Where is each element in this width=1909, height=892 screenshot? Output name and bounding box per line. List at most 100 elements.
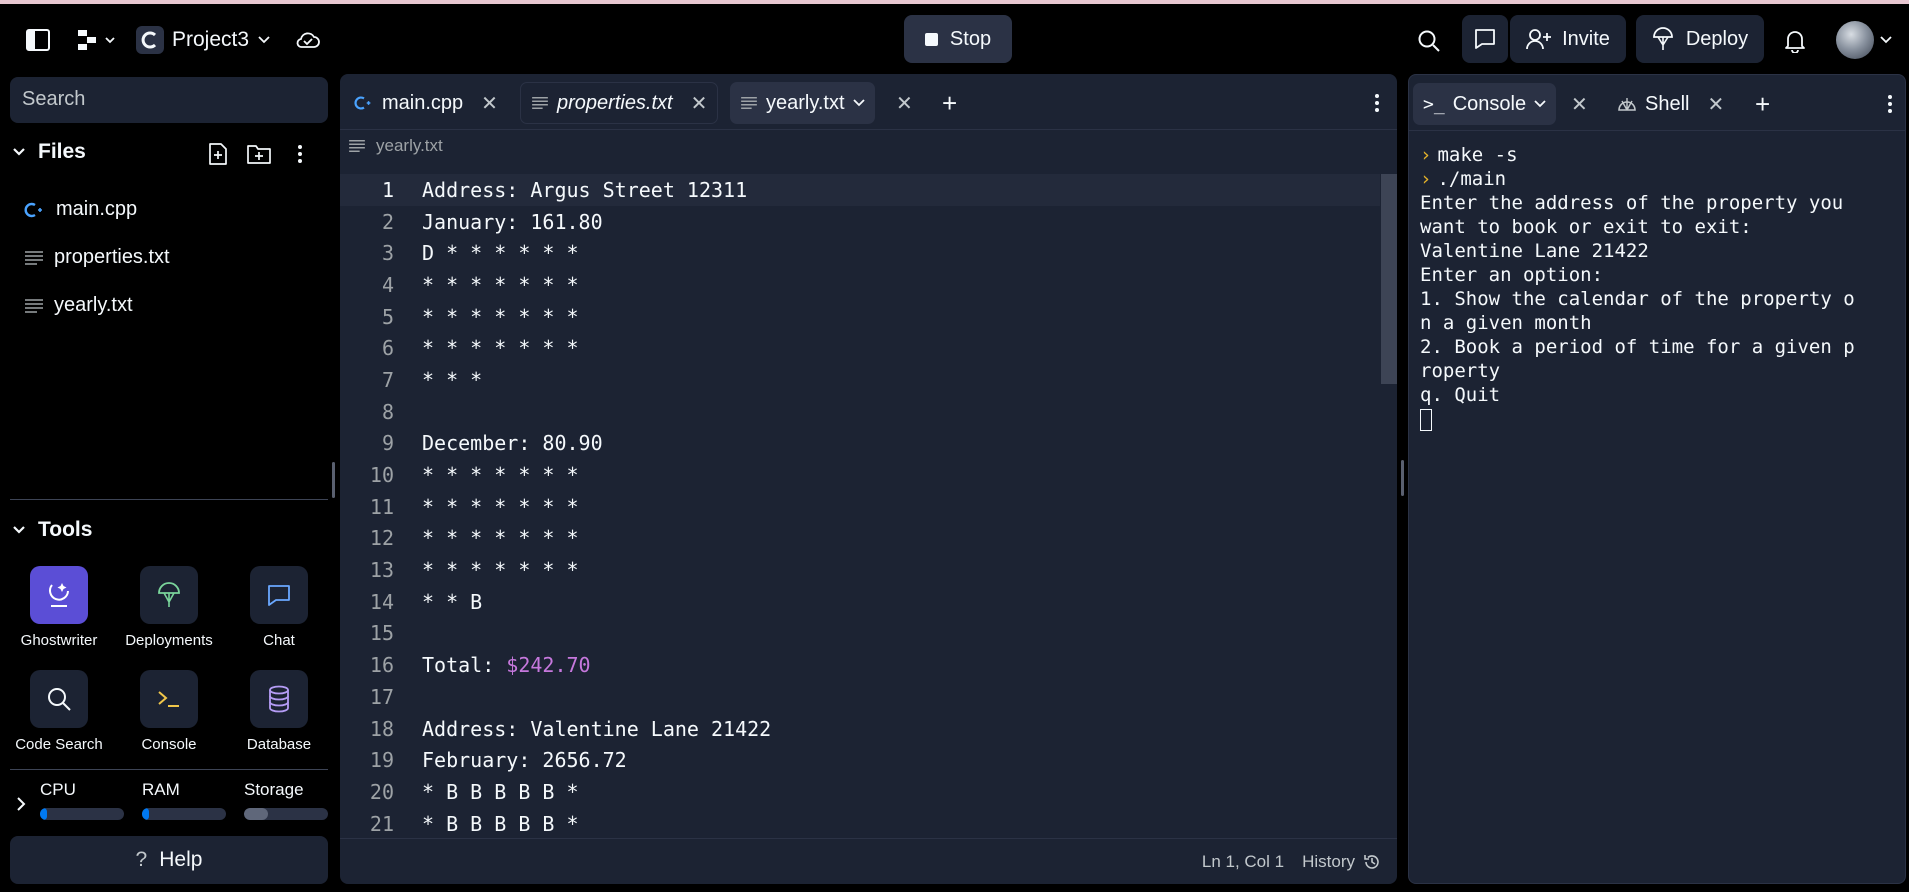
file-item-properties-txt[interactable]: properties.txt	[24, 246, 170, 269]
line-text: Total:	[422, 653, 507, 678]
ghostwriter-icon	[30, 566, 88, 624]
history-label: History	[1302, 851, 1355, 871]
console-more-options-icon[interactable]	[1883, 93, 1897, 115]
code-editor[interactable]: 1 Address: Argus Street 12311 2 January: 16…	[340, 174, 1380, 839]
code-line[interactable]: 14 * * B	[340, 586, 1380, 618]
meter-label: Storage	[244, 780, 304, 799]
file-item-main-cpp[interactable]: main.cpp	[24, 198, 137, 221]
new-console-tab-button[interactable]: +	[1745, 83, 1780, 125]
code-search-icon	[30, 670, 88, 728]
new-file-icon[interactable]	[206, 142, 230, 166]
code-line[interactable]: 7 * * *	[340, 364, 1380, 396]
stop-button[interactable]: Stop	[904, 15, 1012, 63]
tools-section-header[interactable]: Tools	[12, 518, 92, 542]
code-line[interactable]: 5 * * * * * * *	[340, 301, 1380, 333]
code-line[interactable]: 11 * * * * * * *	[340, 491, 1380, 523]
code-line[interactable]: 6 * * * * * * *	[340, 332, 1380, 364]
code-line[interactable]: 17	[340, 681, 1380, 713]
code-line[interactable]: 1 Address: Argus Street 12311	[340, 174, 1380, 206]
code-line[interactable]: 10 * * * * * * *	[340, 459, 1380, 491]
search-input[interactable]: Search	[10, 77, 328, 123]
editor-more-options-icon[interactable]	[1370, 92, 1384, 114]
code-line[interactable]: 15	[340, 618, 1380, 650]
deployments-icon	[140, 566, 198, 624]
new-tab-button[interactable]: +	[932, 82, 967, 124]
sidebar-resize-handle[interactable]	[332, 462, 335, 498]
code-line[interactable]: 21 * B B B B B *	[340, 808, 1380, 840]
project-name: Project3	[172, 28, 250, 51]
tool-chat[interactable]: Chat	[226, 566, 332, 649]
files-more-options-icon[interactable]	[290, 142, 310, 166]
code-line[interactable]: 4 * * * * * * *	[340, 269, 1380, 301]
close-icon[interactable]: ✕	[691, 91, 708, 116]
code-line[interactable]: 18 Address: Valentine Lane 21422	[340, 713, 1380, 745]
code-line[interactable]: 13 * * * * * * *	[340, 554, 1380, 586]
code-line[interactable]: 3 D * * * * * *	[340, 237, 1380, 269]
console-input-line[interactable]	[1420, 407, 1900, 431]
file-item-yearly-txt[interactable]: yearly.txt	[24, 294, 133, 317]
line-number: 8	[381, 399, 394, 424]
code-line[interactable]: 9 December: 80.90	[340, 428, 1380, 460]
tab-shell[interactable]: Shell ✕	[1607, 83, 1734, 125]
resources-expand-chevron-icon[interactable]	[12, 792, 30, 816]
invite-button[interactable]: Invite	[1510, 15, 1626, 63]
tab-console[interactable]: >_ Console	[1413, 83, 1557, 125]
code-line[interactable]: 2 January: 161.80	[340, 206, 1380, 238]
tab-label: Shell	[1645, 92, 1690, 115]
code-line[interactable]: 16 Total: $242.70	[340, 649, 1380, 681]
tool-console[interactable]: Console	[116, 670, 222, 753]
search-icon[interactable]	[1414, 26, 1444, 56]
editor-scrollbar[interactable]	[1381, 174, 1397, 384]
line-number: 12	[369, 526, 394, 551]
tool-code-search[interactable]: Code Search	[6, 670, 112, 753]
meter-fill	[244, 808, 268, 820]
meter-bar	[244, 808, 328, 820]
project-name-button[interactable]: Project3	[172, 24, 271, 56]
meter-label: RAM	[142, 780, 180, 799]
tool-deployments[interactable]: Deployments	[116, 566, 222, 649]
tab-label: Console	[1452, 92, 1527, 115]
new-folder-icon[interactable]	[246, 142, 272, 166]
cursor-position[interactable]: Ln 1, Col 1	[1202, 852, 1284, 872]
tab-close-button[interactable]: ✕	[886, 82, 923, 124]
help-button[interactable]: ? Help	[10, 836, 328, 884]
console-output[interactable]: › make -s › ./main Enter the address of th…	[1420, 143, 1900, 431]
divider	[10, 769, 328, 770]
pane-resize-handle[interactable]	[1401, 460, 1404, 496]
code-line[interactable]: 8	[340, 396, 1380, 428]
text-file-icon	[741, 97, 757, 109]
console-pane: >_ Console ✕ Shell ✕ + › make -s › ./main …	[1408, 74, 1906, 884]
user-menu-button[interactable]	[1834, 20, 1894, 60]
tab-console-close[interactable]: ✕	[1561, 83, 1598, 125]
tool-label: Database	[246, 736, 312, 753]
files-section-header[interactable]: Files	[12, 140, 86, 164]
close-icon[interactable]: ✕	[1707, 92, 1724, 117]
tools-heading: Tools	[38, 518, 93, 541]
comments-button[interactable]	[1462, 15, 1508, 63]
tab-yearly-txt[interactable]: yearly.txt	[730, 82, 875, 124]
tool-ghostwriter[interactable]: Ghostwriter	[6, 566, 112, 649]
line-number: 13	[369, 558, 394, 583]
code-line[interactable]: 20 * B B B B B *	[340, 776, 1380, 808]
code-line[interactable]: 12 * * * * * * *	[340, 523, 1380, 555]
tab-main-cpp[interactable]: main.cpp ✕	[344, 82, 508, 124]
chevron-down-icon[interactable]	[1534, 100, 1546, 108]
breadcrumb-file[interactable]: yearly.txt	[376, 136, 443, 156]
cpp-file-icon	[24, 202, 42, 217]
console-output-line: Enter the address of the property you	[1420, 192, 1844, 214]
breadcrumb: yearly.txt	[348, 136, 443, 156]
code-line[interactable]: 19 February: 2656.72	[340, 744, 1380, 776]
tool-database[interactable]: Database	[226, 670, 332, 753]
tab-properties-txt[interactable]: properties.txt ✕	[520, 82, 719, 124]
tool-label: Console	[141, 736, 197, 753]
chevron-down-icon[interactable]	[852, 99, 865, 107]
console-output-line: n a given month	[1420, 312, 1592, 334]
editor-status-bar: Ln 1, Col 1 History	[340, 838, 1397, 884]
notifications-bell-icon[interactable]	[1780, 26, 1810, 56]
cloud-sync-icon[interactable]	[294, 26, 322, 54]
close-icon[interactable]: ✕	[481, 91, 498, 116]
history-button[interactable]: History	[1302, 852, 1381, 872]
workspace-menu-icon[interactable]	[74, 26, 118, 54]
sidebar-toggle-icon[interactable]	[24, 26, 52, 54]
deploy-button[interactable]: Deploy	[1636, 15, 1764, 63]
